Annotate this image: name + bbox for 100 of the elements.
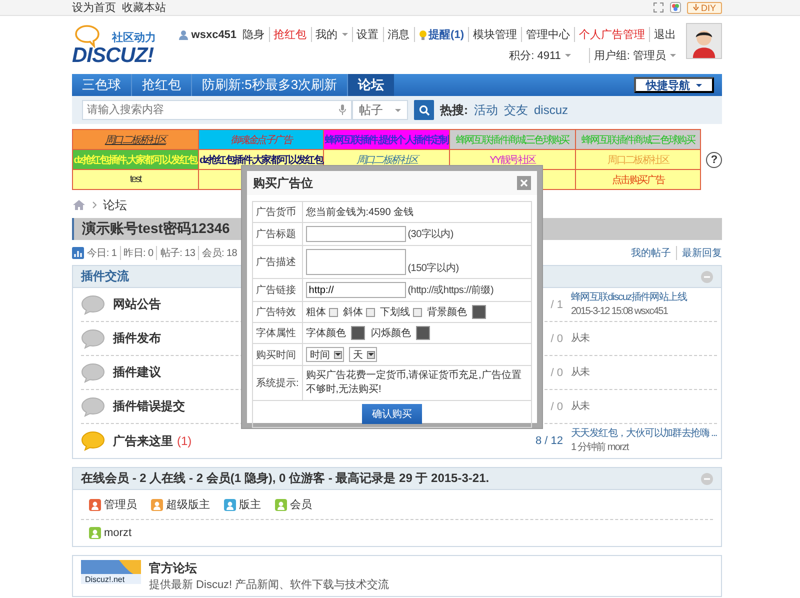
search-button[interactable] xyxy=(414,100,434,120)
search-field[interactable]: 请输入搜索内容 xyxy=(82,100,352,120)
color-picker[interactable] xyxy=(472,305,486,319)
option-label: 背景颜色 xyxy=(426,306,467,319)
post-count: / 0 xyxy=(550,366,563,378)
select-box[interactable]: 时间 xyxy=(306,347,344,362)
ad-link[interactable]: YY靓号社区 xyxy=(490,154,536,166)
chevron-icon xyxy=(92,201,97,209)
post-count: / 0 xyxy=(550,400,563,412)
hot-search-link[interactable]: discuz xyxy=(534,103,568,117)
section-title: 在线会员 - 2 人在线 - 2 会员(1 隐身), 0 位游客 - 最高记录是 29 于 2015-3-21. xyxy=(81,470,490,487)
forum-name[interactable]: 插件发布 xyxy=(113,330,161,347)
hot-search-label: 热搜: xyxy=(440,102,468,118)
close-button[interactable] xyxy=(517,176,531,190)
checkbox[interactable] xyxy=(328,308,338,316)
legend-label: 管理员 xyxy=(104,498,137,512)
field-note: (150字以内) xyxy=(408,262,459,275)
forum-name[interactable]: 插件错误提交 xyxy=(113,398,185,415)
last-post-meta: 从未 xyxy=(571,366,590,378)
color-picker[interactable] xyxy=(350,326,365,340)
form-label: 系统提示: xyxy=(252,366,302,400)
field-note: (30字以内) xyxy=(408,228,454,241)
legend-label: 超级版主 xyxy=(166,498,210,512)
help-button[interactable]: ? xyxy=(706,152,722,168)
select-box[interactable]: 天 xyxy=(348,347,377,362)
form-label: 广告货币 xyxy=(252,202,302,222)
ad-slot[interactable]: test xyxy=(72,170,198,190)
collapse-icon[interactable] xyxy=(701,270,713,282)
member-link[interactable]: morzt xyxy=(104,527,132,539)
last-post-meta: 2015-3-12 15:08 wsxc451 xyxy=(571,306,669,318)
option-label: 字体颜色 xyxy=(306,326,346,340)
breadcrumb-link[interactable]: 论坛 xyxy=(103,196,127,214)
site-logo[interactable]: Discuz!.net xyxy=(81,560,141,584)
last-post-link[interactable]: 天天发红包，大伙可以加群去抢嗨 ... xyxy=(571,428,717,440)
diy-button[interactable]: DIY xyxy=(686,2,722,14)
input-field[interactable] xyxy=(306,226,406,242)
quick-nav-button[interactable]: 快捷导航 xyxy=(634,77,714,93)
forum-name[interactable]: 插件建议 xyxy=(113,364,161,381)
collapse-icon[interactable] xyxy=(701,472,713,484)
user-link[interactable]: 抢红包 xyxy=(268,27,311,42)
logo-bubble-icon xyxy=(74,24,100,48)
ad-link[interactable]: 周口二板桥社区 xyxy=(356,154,418,166)
color-picker[interactable] xyxy=(416,326,430,340)
palette-icon[interactable] xyxy=(670,2,681,13)
microphone-icon[interactable] xyxy=(339,104,346,115)
checkbox[interactable] xyxy=(412,308,422,316)
user-link[interactable]: 管理中心 xyxy=(521,27,574,42)
user-link[interactable]: 隐身 xyxy=(238,27,269,42)
ad-link[interactable]: 点击购买广告 xyxy=(612,174,664,186)
forum-name[interactable]: 广告来这里 xyxy=(113,432,173,450)
forum-name[interactable]: 网站公告 xyxy=(113,296,161,313)
caret-icon xyxy=(395,108,401,112)
form-label: 广告链接 xyxy=(252,278,302,302)
option-label: 下划线 xyxy=(380,306,410,319)
logo-wordmark[interactable]: DISCUZ! xyxy=(72,44,154,68)
stats-link[interactable]: 我的帖子 xyxy=(626,246,676,260)
download-icon xyxy=(692,4,699,11)
ad-slot[interactable]: 周口二板桥社区 xyxy=(72,130,198,150)
form-label: 广告特效 xyxy=(252,302,302,322)
link-description: 提供最新 Discuz! 产品新闻、软件下载与技术交流 xyxy=(149,578,390,592)
top-link[interactable]: 设为首页 xyxy=(72,0,116,15)
user-link[interactable]: 消息 xyxy=(382,27,414,42)
stats-icon xyxy=(72,247,84,259)
user-link[interactable]: 我的 xyxy=(310,27,352,42)
user-link[interactable]: 退出 xyxy=(649,27,680,42)
username[interactable]: wsxc451 xyxy=(179,28,237,40)
last-post-link[interactable]: 蜂网互联discuz插件网站上线 xyxy=(571,292,717,304)
user-link[interactable]: 设置 xyxy=(352,27,383,42)
checkbox[interactable] xyxy=(366,308,375,316)
nav-tab[interactable]: 论坛 xyxy=(348,74,394,96)
reminder-link[interactable]: 提醒(1) xyxy=(414,27,468,42)
ad-slot[interactable]: 点击购买广告 xyxy=(575,170,701,190)
hot-search-link[interactable]: 交友 xyxy=(504,102,528,118)
form-label: 字体属性 xyxy=(252,322,302,344)
user-link[interactable]: 模块管理 xyxy=(468,27,521,42)
home-icon[interactable] xyxy=(72,199,86,211)
bulb-icon xyxy=(418,30,427,40)
ad-link[interactable]: test xyxy=(130,174,141,185)
confirm-button[interactable]: 确认购买 xyxy=(362,404,422,424)
stats-link[interactable]: 最新回复 xyxy=(676,246,722,260)
option-label: 粗体 xyxy=(306,306,326,319)
ad-link[interactable]: dz抢红包插件,大家都可以发红包 xyxy=(199,154,323,166)
top-link[interactable]: 收藏本站 xyxy=(122,0,166,15)
user-link[interactable]: 个人广告管理 xyxy=(574,27,649,42)
input-field[interactable]: http:// xyxy=(306,282,406,298)
avatar[interactable] xyxy=(686,23,722,59)
ad-link[interactable]: 周口二板桥社区 xyxy=(104,134,166,146)
text-area[interactable] xyxy=(306,249,406,275)
search-scope-select[interactable]: 帖子 xyxy=(352,100,408,120)
search-icon xyxy=(418,104,430,116)
hot-search-link[interactable]: 活动 xyxy=(474,102,498,118)
section-title[interactable]: 插件交流 xyxy=(81,268,129,285)
user-group-menu[interactable]: 用户组: 管理员 xyxy=(588,48,680,63)
link-title[interactable]: 官方论坛 xyxy=(149,560,390,577)
credits-menu[interactable]: 积分: 4911 xyxy=(505,48,575,63)
option-label: 斜体 xyxy=(342,306,363,319)
form-label: 广告标题 xyxy=(252,222,302,246)
fullscreen-icon[interactable] xyxy=(652,2,664,13)
post-count: 8 / 12 xyxy=(535,435,563,447)
hint-text: 购买广告花费一定货币,请保证货币充足,广告位置不够时,无法购买! xyxy=(306,370,522,395)
